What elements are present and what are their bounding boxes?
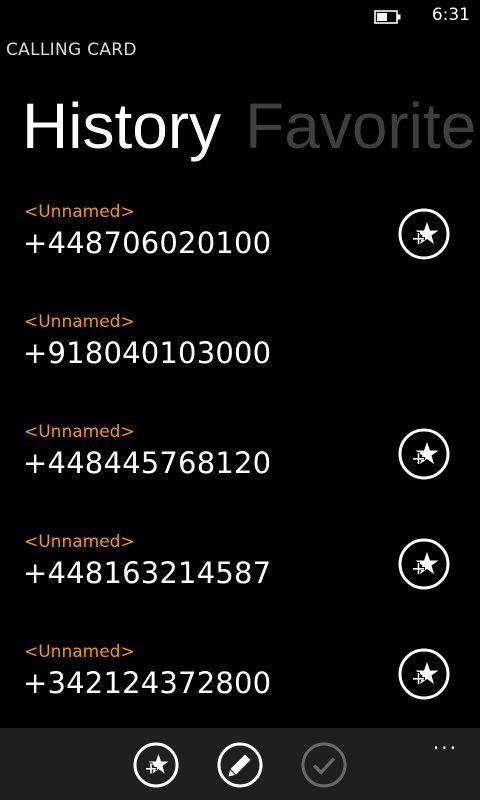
edit-icon[interactable] [216, 741, 264, 789]
phone-number: +342124372800 [23, 666, 272, 700]
contact-name: <Unnamed> [24, 532, 135, 552]
history-item[interactable]: <Unnamed> +448445768120 [0, 416, 480, 526]
add-favorite-button[interactable] [397, 207, 451, 261]
phone-number: +448706020100 [23, 226, 272, 260]
pivot-tab-history[interactable]: History [22, 90, 221, 162]
more-options-button[interactable]: ... [433, 730, 458, 754]
add-favorite-button[interactable] [397, 537, 451, 591]
phone-number: +448445768120 [23, 446, 272, 480]
history-list: <Unnamed> +448706020100 <Unnamed> +91804… [0, 196, 480, 746]
contact-name: <Unnamed> [24, 642, 135, 662]
pivot-tab-favorites[interactable]: Favorite [245, 90, 476, 162]
app-title: CALLING CARD [6, 40, 137, 60]
status-bar: 6:31 [0, 0, 480, 32]
history-item[interactable]: <Unnamed> +448163214587 [0, 526, 480, 636]
add-favorite-button[interactable] [397, 427, 451, 481]
app-bar: ... [0, 728, 480, 800]
contact-name: <Unnamed> [24, 312, 135, 332]
clock: 6:31 [431, 5, 470, 25]
history-item[interactable]: <Unnamed> +448706020100 [0, 196, 480, 306]
add-favorite-icon[interactable] [132, 741, 180, 789]
add-favorite-button[interactable] [397, 647, 451, 701]
history-item[interactable]: <Unnamed> +918040103000 [0, 306, 480, 416]
pivot-header: History Favorite [22, 88, 476, 164]
phone-number: +918040103000 [23, 336, 272, 370]
battery-icon [374, 10, 401, 24]
contact-name: <Unnamed> [24, 202, 135, 222]
contact-name: <Unnamed> [24, 422, 135, 442]
check-icon[interactable] [300, 741, 348, 789]
phone-number: +448163214587 [23, 556, 272, 590]
